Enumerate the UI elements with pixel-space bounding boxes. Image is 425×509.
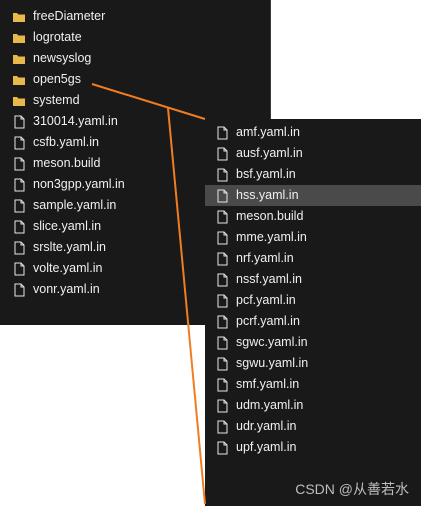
file-icon [12, 136, 26, 150]
file-icon [215, 273, 229, 287]
folder-item-newsyslog[interactable]: newsyslog [0, 48, 270, 69]
file-item-udm-yaml-in[interactable]: udm.yaml.in [205, 395, 421, 416]
item-label: ausf.yaml.in [236, 146, 303, 160]
file-icon [215, 231, 229, 245]
item-label: mme.yaml.in [236, 230, 307, 244]
item-label: newsyslog [33, 51, 92, 65]
folder-icon [12, 31, 26, 45]
item-label: pcf.yaml.in [236, 293, 296, 307]
item-label: bsf.yaml.in [236, 167, 296, 181]
item-label: meson.build [236, 209, 304, 223]
file-icon [215, 189, 229, 203]
folder-icon [12, 73, 26, 87]
item-label: slice.yaml.in [33, 219, 102, 233]
item-label: csfb.yaml.in [33, 135, 99, 149]
folder-icon [12, 52, 26, 66]
file-item-udr-yaml-in[interactable]: udr.yaml.in [205, 416, 421, 437]
file-icon [12, 283, 26, 297]
file-icon [215, 294, 229, 308]
item-label: nrf.yaml.in [236, 251, 294, 265]
folder-item-systemd[interactable]: systemd [0, 90, 270, 111]
file-item-hss-yaml-in[interactable]: hss.yaml.in [205, 185, 421, 206]
file-item-ausf-yaml-in[interactable]: ausf.yaml.in [205, 143, 421, 164]
file-icon [215, 357, 229, 371]
file-icon [215, 441, 229, 455]
file-icon [12, 241, 26, 255]
item-label: vonr.yaml.in [33, 282, 100, 296]
item-label: sgwu.yaml.in [236, 356, 309, 370]
item-label: 310014.yaml.in [33, 114, 118, 128]
item-label: freeDiameter [33, 9, 106, 23]
item-label: amf.yaml.in [236, 125, 300, 139]
item-label: upf.yaml.in [236, 440, 297, 454]
file-icon [215, 399, 229, 413]
item-label: nssf.yaml.in [236, 272, 302, 286]
item-label: sgwc.yaml.in [236, 335, 308, 349]
folder-item-open5gs[interactable]: open5gs [0, 69, 270, 90]
file-item-mme-yaml-in[interactable]: mme.yaml.in [205, 227, 421, 248]
file-icon [12, 262, 26, 276]
file-icon [215, 252, 229, 266]
file-icon [215, 378, 229, 392]
file-item-pcrf-yaml-in[interactable]: pcrf.yaml.in [205, 311, 421, 332]
item-label: srslte.yaml.in [33, 240, 106, 254]
file-icon [12, 199, 26, 213]
file-item-meson-build[interactable]: meson.build [205, 206, 421, 227]
file-icon [215, 336, 229, 350]
item-label: udr.yaml.in [236, 419, 297, 433]
file-icon [215, 210, 229, 224]
file-item-sgwu-yaml-in[interactable]: sgwu.yaml.in [205, 353, 421, 374]
file-item-nssf-yaml-in[interactable]: nssf.yaml.in [205, 269, 421, 290]
folder-item-logrotate[interactable]: logrotate [0, 27, 270, 48]
file-icon [12, 178, 26, 192]
file-icon [215, 420, 229, 434]
file-item-upf-yaml-in[interactable]: upf.yaml.in [205, 437, 421, 458]
file-item-sgwc-yaml-in[interactable]: sgwc.yaml.in [205, 332, 421, 353]
item-label: sample.yaml.in [33, 198, 117, 212]
item-label: systemd [33, 93, 80, 107]
file-icon [215, 147, 229, 161]
file-icon [215, 126, 229, 140]
file-item-bsf-yaml-in[interactable]: bsf.yaml.in [205, 164, 421, 185]
item-label: meson.build [33, 156, 101, 170]
file-icon [215, 168, 229, 182]
item-label: pcrf.yaml.in [236, 314, 300, 328]
item-label: smf.yaml.in [236, 377, 300, 391]
folder-icon [12, 94, 26, 108]
file-icon [12, 157, 26, 171]
right-file-list: amf.yaml.in ausf.yaml.in bsf.yaml.in hss.ya… [205, 119, 421, 506]
file-item-nrf-yaml-in[interactable]: nrf.yaml.in [205, 248, 421, 269]
item-label: udm.yaml.in [236, 398, 304, 412]
item-label: logrotate [33, 30, 82, 44]
file-item-smf-yaml-in[interactable]: smf.yaml.in [205, 374, 421, 395]
file-item-amf-yaml-in[interactable]: amf.yaml.in [205, 122, 421, 143]
item-label: non3gpp.yaml.in [33, 177, 125, 191]
item-label: volte.yaml.in [33, 261, 103, 275]
file-icon [215, 315, 229, 329]
item-label: hss.yaml.in [236, 188, 299, 202]
watermark-text: CSDN @从善若水 [295, 481, 409, 497]
file-icon [12, 115, 26, 129]
folder-icon [12, 10, 26, 24]
file-icon [12, 220, 26, 234]
file-item-pcf-yaml-in[interactable]: pcf.yaml.in [205, 290, 421, 311]
folder-item-freediameter[interactable]: freeDiameter [0, 6, 270, 27]
item-label: open5gs [33, 72, 81, 86]
